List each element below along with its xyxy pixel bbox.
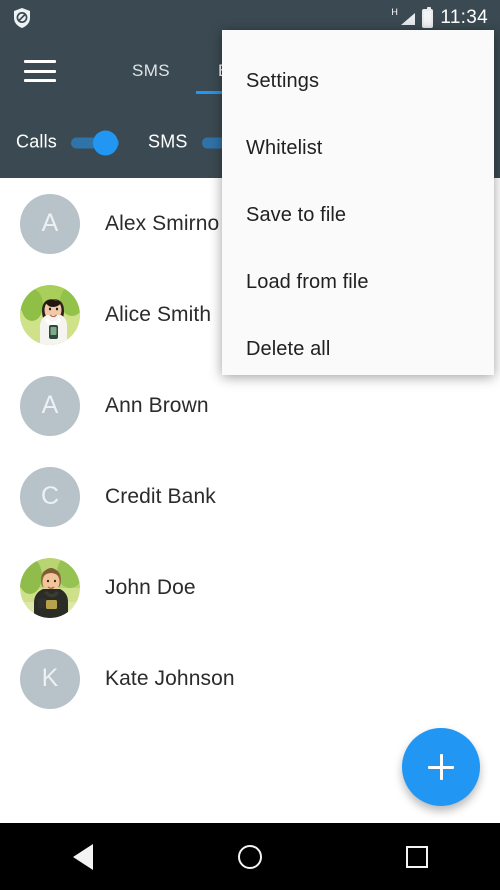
filter-calls: Calls [16,130,121,155]
hamburger-line [24,69,56,73]
list-item[interactable]: K Kate Johnson [0,633,500,724]
avatar-initial: A [41,391,59,419]
avatar: C [20,466,80,527]
plus-icon [439,754,443,780]
tab-sms[interactable]: SMS [132,61,170,81]
add-button[interactable] [402,728,480,806]
nav-back-button[interactable] [38,823,128,890]
hamburger-line [24,79,56,82]
menu-item-load-from-file[interactable]: Load from file [222,249,494,316]
calls-toggle[interactable] [71,130,121,155]
man-portrait-photo [20,557,80,618]
signal-bars-icon: H [391,7,416,28]
status-bar-right: H 11:34 [391,6,488,29]
menu-item-whitelist[interactable]: Whitelist [222,115,494,182]
android-nav-bar [0,823,500,890]
nav-recents-button[interactable] [372,823,462,890]
contact-name: Credit Bank [105,484,216,508]
list-item[interactable]: John Doe [0,542,500,633]
avatar [20,284,80,345]
avatar-initial: C [40,482,60,510]
filter-calls-label: Calls [16,131,58,152]
network-type-label: H [391,7,398,17]
signal-triangle [401,13,416,25]
contact-name: John Doe [105,575,196,599]
menu-item-save-to-file[interactable]: Save to file [222,182,494,249]
filter-sms-label: SMS [148,131,188,152]
shield-block-icon [12,7,32,29]
nav-home-button[interactable] [205,823,295,890]
home-circle-icon [237,844,262,869]
contact-name: Alice Smith [105,302,212,326]
phone-screen: H 11:34 SMS B Calls [0,0,500,890]
hamburger-line [24,60,56,63]
status-bar-clock: 11:34 [440,7,488,28]
avatar-initial: A [41,209,59,237]
avatar-initial: K [41,664,59,692]
contact-name: Alex Smirno [105,211,220,235]
status-bar-left [12,7,32,29]
avatar: K [20,648,80,709]
avatar [20,557,80,618]
menu-item-settings[interactable]: Settings [222,48,494,115]
avatar: A [20,193,80,254]
battery-icon [422,6,434,28]
recents-square-icon [405,845,428,868]
overflow-menu[interactable]: Settings Whitelist Save to file Load fro… [222,30,494,375]
contact-name: Ann Brown [105,393,209,417]
list-item[interactable]: C Credit Bank [0,451,500,542]
contact-name: Kate Johnson [105,666,235,690]
menu-item-delete-all[interactable]: Delete all [222,316,494,383]
toggle-knob [93,130,119,155]
woman-portrait-photo [20,284,80,345]
avatar: A [20,375,80,436]
hamburger-menu-icon[interactable] [24,60,56,82]
back-triangle-icon [73,843,94,870]
